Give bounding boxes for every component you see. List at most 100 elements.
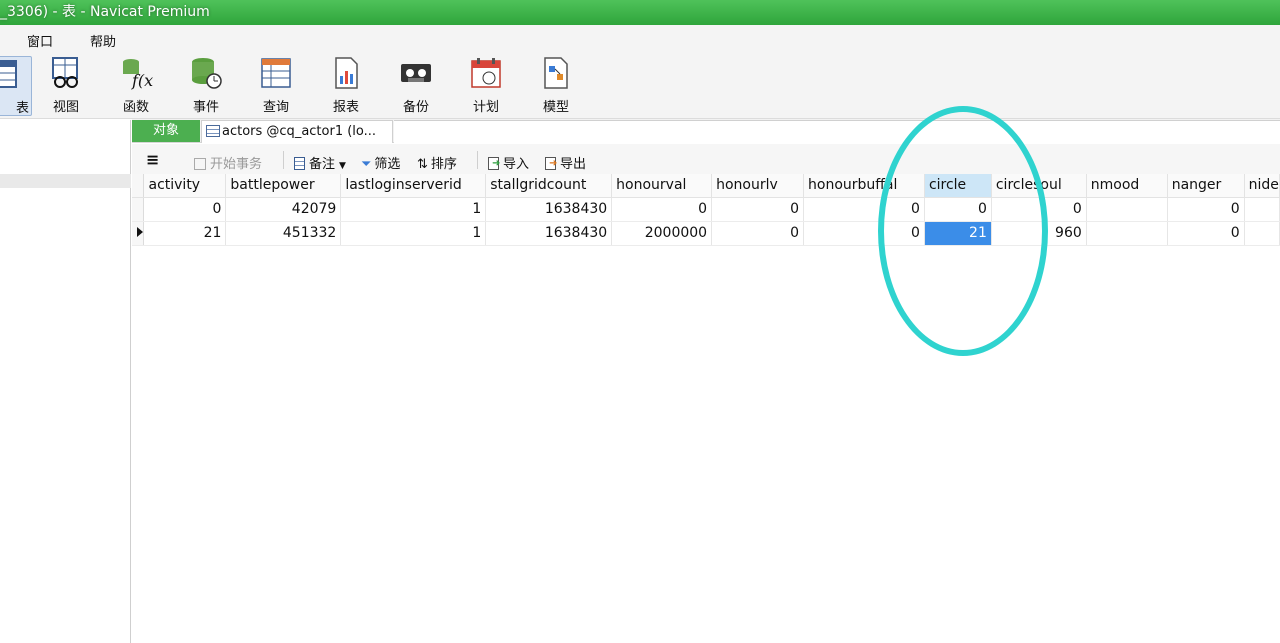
function-icon: f(x) [123, 59, 153, 90]
data-grid[interactable]: activity battlepower lastloginserverid s… [132, 174, 1280, 643]
menu-help[interactable]: 帮助 [90, 31, 116, 50]
query-icon [261, 58, 291, 88]
cell-honourlv[interactable]: 0 [711, 221, 805, 246]
tool-model[interactable]: 模型 [525, 56, 587, 116]
tool-function[interactable]: f(x) 函数 [105, 56, 167, 116]
memo-label: 备注 [309, 157, 336, 172]
row-indicator[interactable] [132, 197, 145, 222]
tab-strip: 对象 actors @cq_actor1 (lo... [132, 119, 1280, 143]
column-header-honourlv[interactable]: honourlv [711, 174, 805, 198]
cell-lastloginserverid[interactable]: 1 [340, 221, 487, 246]
navigation-pane[interactable] [0, 120, 131, 643]
column-header-nmood[interactable]: nmood [1086, 174, 1168, 198]
menu-window[interactable]: 窗口 [27, 31, 53, 50]
schedule-icon [471, 58, 501, 88]
memo-button[interactable]: 备注 ▼ [294, 153, 346, 172]
table-toolbar: ≡ 开始事务 备注 ▼ ⏷ 筛选 ⇅ 排序 ➜ 导入 ➜ 导出 [132, 144, 1280, 174]
tool-table-label: 表 [15, 101, 29, 116]
tab-objects[interactable]: 对象 [132, 120, 200, 142]
cell-circlesoul[interactable]: 960 [991, 221, 1087, 246]
tool-report-label: 报表 [332, 100, 359, 115]
memo-icon [294, 157, 305, 170]
tab-actors-table[interactable]: actors @cq_actor1 (lo... [201, 120, 393, 143]
column-header-honourbuffal[interactable]: honourbuffal [803, 174, 925, 198]
transaction-icon [194, 158, 206, 170]
hamburger-menu-icon[interactable]: ≡ [146, 150, 159, 169]
column-header-nide[interactable]: nide [1244, 174, 1280, 198]
window-title: _3306) - 表 - Navicat Premium [0, 4, 210, 20]
tool-view[interactable]: 视图 [35, 56, 97, 116]
window-title-bar: _3306) - 表 - Navicat Premium [0, 0, 1280, 25]
tab-actors-label: actors @cq_actor1 (lo... [222, 124, 377, 139]
cell-nide[interactable] [1244, 197, 1280, 222]
column-header-honourval[interactable]: honourval [611, 174, 713, 198]
cell-lastloginserverid[interactable]: 1 [340, 197, 487, 222]
tool-event[interactable]: 事件 [175, 56, 237, 116]
cell-activity[interactable]: 0 [143, 197, 227, 222]
cell-nide[interactable] [1244, 221, 1280, 246]
tool-model-label: 模型 [542, 100, 569, 115]
toolbar-separator [477, 151, 478, 169]
sort-icon: ⇅ [417, 157, 428, 172]
cell-stallgridcount[interactable]: 1638430 [485, 197, 613, 222]
header-row: activity battlepower lastloginserverid s… [132, 174, 1280, 198]
cell-nanger[interactable]: 0 [1167, 221, 1245, 246]
toolbar-separator [283, 151, 284, 169]
navigation-scroll-track [0, 174, 131, 188]
svg-text:f(x): f(x) [131, 71, 153, 90]
tool-table[interactable]: 表 [0, 56, 32, 116]
cell-nanger[interactable]: 0 [1167, 197, 1245, 222]
main-toolbar: 表 视图 f(x) 函数 事件 [0, 53, 1280, 119]
export-label: 导出 [560, 157, 587, 172]
tool-function-label: 函数 [122, 100, 149, 115]
cell-honourbuffal[interactable]: 0 [803, 197, 925, 222]
current-row-arrow-icon [137, 227, 143, 237]
table-row[interactable]: 21 451332 1 1638430 2000000 0 0 21 960 0 [132, 221, 1280, 246]
report-icon [335, 57, 358, 89]
sort-button[interactable]: ⇅ 排序 [417, 153, 457, 172]
cell-circlesoul[interactable]: 0 [991, 197, 1087, 222]
cell-honourlv[interactable]: 0 [711, 197, 805, 222]
cell-nmood[interactable] [1086, 221, 1168, 246]
column-header-stallgridcount[interactable]: stallgridcount [485, 174, 613, 198]
table-row[interactable]: 0 42079 1 1638430 0 0 0 0 0 0 [132, 197, 1280, 222]
model-icon [544, 57, 568, 89]
cell-honourbuffal[interactable]: 0 [803, 221, 925, 246]
memo-dropdown-icon: ▼ [339, 161, 346, 171]
cell-stallgridcount[interactable]: 1638430 [485, 221, 613, 246]
column-header-nanger[interactable]: nanger [1167, 174, 1245, 198]
tool-view-label: 视图 [52, 100, 79, 115]
backup-icon [401, 64, 431, 82]
begin-transaction-button: 开始事务 [194, 153, 262, 172]
row-indicator-header [132, 174, 145, 198]
column-header-circle[interactable]: circle [924, 174, 992, 198]
tool-schedule[interactable]: 计划 [455, 56, 517, 116]
column-header-circlesoul[interactable]: circlesoul [991, 174, 1087, 198]
table-icon [0, 60, 17, 88]
tool-query[interactable]: 查询 [245, 56, 307, 116]
column-header-lastloginserverid[interactable]: lastloginserverid [340, 174, 487, 198]
cell-honourval[interactable]: 2000000 [611, 221, 713, 246]
cell-honourval[interactable]: 0 [611, 197, 713, 222]
tool-schedule-label: 计划 [472, 100, 499, 115]
import-label: 导入 [503, 157, 530, 172]
filter-button[interactable]: ⏷ 筛选 [361, 153, 400, 172]
export-button[interactable]: ➜ 导出 [545, 153, 586, 172]
cell-circle-selected[interactable]: 21 [924, 221, 992, 246]
column-header-battlepower[interactable]: battlepower [225, 174, 342, 198]
tool-report[interactable]: 报表 [315, 56, 377, 116]
tool-backup[interactable]: 备份 [385, 56, 447, 116]
row-indicator[interactable] [132, 221, 145, 246]
cell-activity[interactable]: 21 [143, 221, 227, 246]
event-icon [192, 58, 222, 89]
import-button[interactable]: ➜ 导入 [488, 153, 529, 172]
column-header-activity[interactable]: activity [143, 174, 227, 198]
begin-transaction-label: 开始事务 [210, 157, 263, 172]
cell-circle[interactable]: 0 [924, 197, 992, 222]
table-icon [206, 125, 220, 137]
data-table: activity battlepower lastloginserverid s… [132, 174, 1280, 246]
cell-nmood[interactable] [1086, 197, 1168, 222]
funnel-icon: ⏷ [361, 157, 372, 172]
cell-battlepower[interactable]: 451332 [225, 221, 342, 246]
cell-battlepower[interactable]: 42079 [225, 197, 342, 222]
